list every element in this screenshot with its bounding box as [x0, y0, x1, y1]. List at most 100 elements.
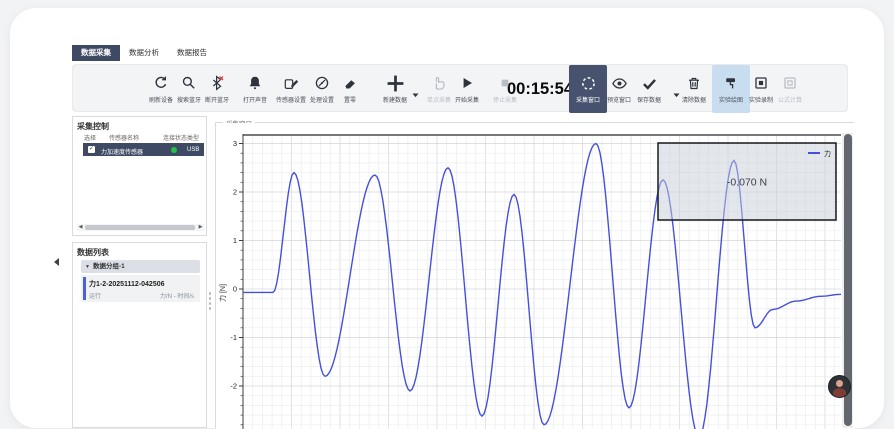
clear-data-button[interactable]: 清除数据	[682, 65, 706, 113]
main-toolbar: 00:15:54 刷新设备搜索蓝牙断开蓝牙打开声音传感器设置处理设置置零新建数据…	[72, 64, 848, 112]
collect-window-label: 采集窗口	[576, 95, 600, 104]
experiment-record-label: 实验录制	[749, 95, 773, 104]
record-icon	[753, 74, 769, 92]
new-data-button[interactable]: 新建数据	[383, 65, 407, 113]
sensor-settings-label: 传感器设置	[276, 95, 306, 104]
bluetooth-off-icon	[209, 74, 225, 92]
save-data-label: 保存数据	[637, 95, 661, 104]
process-settings-label: 处理设置	[310, 95, 334, 104]
start-collect-button[interactable]: 开始采集	[455, 65, 479, 113]
measurement-annotation: -0.070 N	[727, 177, 767, 189]
sound-toggle-label: 打开声音	[243, 95, 267, 104]
stop-collect-button[interactable]: 停止采集	[493, 65, 517, 113]
bell-icon	[247, 74, 263, 92]
formula-icon	[782, 74, 798, 92]
zero-set-label: 置零	[344, 95, 356, 104]
search-icon	[181, 74, 197, 92]
single-point-collect-label: 单点采集	[427, 95, 451, 104]
preview-window-button[interactable]: 预览窗口	[607, 65, 631, 113]
play-icon	[459, 74, 475, 92]
col-status: 连接状态	[163, 133, 187, 142]
main-tabbar: 数据采集数据分析数据报告	[72, 45, 216, 61]
collect-window-groupbox: 采集窗口 力加速度传感器 - XHSP-V10HID_path_-1981348…	[215, 122, 854, 428]
refresh-icon	[153, 74, 169, 92]
tab-0[interactable]: 数据采集	[72, 45, 120, 61]
single-point-collect-button[interactable]: 单点采集	[427, 65, 451, 113]
collect-control-panel: 采集控制 选择 传感器名称 连接状态 类型 ✓ 力加速度传感器 USB ◀ ▶	[72, 116, 207, 236]
horizontal-scrollbar[interactable]: ◀ ▶	[77, 224, 204, 231]
svg-text:-2: -2	[230, 382, 237, 391]
assistant-avatar-button[interactable]	[828, 375, 851, 398]
collapse-sidebar-icon[interactable]	[54, 258, 59, 266]
dial-icon	[314, 74, 330, 92]
svg-text:0: 0	[233, 285, 237, 294]
data-list-title: 数据列表	[73, 243, 206, 258]
experiment-plot-label: 实验绘图	[719, 95, 743, 104]
dashed-circle-icon	[579, 74, 596, 92]
svg-text:2: 2	[233, 188, 237, 197]
eraser-icon	[342, 74, 358, 92]
collect-window-button[interactable]: 采集窗口	[569, 65, 607, 113]
group-collapse-icon[interactable]: ▼	[81, 264, 93, 270]
check-icon	[640, 74, 657, 92]
scroll-right-icon[interactable]: ▶	[197, 224, 204, 231]
sensor-type: USB	[187, 147, 199, 153]
caret-down-icon[interactable]	[412, 85, 419, 103]
sensor-name: 力加速度传感器	[101, 147, 143, 156]
new-data-label: 新建数据	[383, 95, 407, 104]
brush-icon	[723, 74, 739, 92]
formula-calc-button[interactable]: 公式计算	[778, 65, 802, 113]
start-collect-label: 开始采集	[455, 95, 479, 104]
search-bluetooth-button[interactable]: 搜索蓝牙	[177, 65, 201, 113]
item-accent-bar	[83, 277, 86, 300]
force-time-chart[interactable]: 3 2 1 0 -1 -2 力 [N] -0.070 N 力	[216, 123, 855, 429]
legend-label: 力	[824, 149, 831, 158]
item-axes: 力/N - 时间/s	[160, 291, 194, 300]
zero-set-button[interactable]: 置零	[342, 65, 358, 113]
save-data-button[interactable]: 保存数据	[637, 65, 661, 113]
sensor-settings-button[interactable]: 传感器设置	[276, 65, 306, 113]
sensor-icon	[283, 74, 299, 92]
caret-down-icon[interactable]	[673, 85, 680, 103]
experiment-record-button[interactable]: 实验录制	[749, 65, 773, 113]
plus-icon	[385, 74, 404, 92]
disconnect-bluetooth-button[interactable]: 断开蓝牙	[205, 65, 229, 113]
panel-splitter[interactable]	[208, 292, 212, 310]
data-run-item[interactable]: 力1-2-20251112-042506 运行 力/N - 时间/s	[81, 275, 200, 302]
process-settings-button[interactable]: 处理设置	[310, 65, 334, 113]
eye-icon	[610, 74, 627, 92]
tab-1[interactable]: 数据分析	[120, 45, 168, 61]
collect-control-title: 采集控制	[73, 117, 206, 132]
sensor-checkbox[interactable]: ✓	[88, 146, 95, 153]
data-list-panel: 数据列表 ▼数据分组-1 力1-2-20251112-042506 运行 力/N…	[72, 242, 207, 428]
avatar-person-icon	[836, 380, 843, 387]
col-select: 选择	[84, 133, 96, 142]
app-window: 数据采集数据分析数据报告 00:15:54 刷新设备搜索蓝牙断开蓝牙打开声音传感…	[10, 8, 884, 428]
trash-icon	[686, 74, 702, 92]
stop-collect-label: 停止采集	[493, 95, 517, 104]
sensor-table-row[interactable]: ✓ 力加速度传感器 USB	[83, 143, 204, 156]
clear-data-label: 清除数据	[682, 95, 706, 104]
search-bluetooth-label: 搜索蓝牙	[177, 95, 201, 104]
col-type: 类型	[187, 133, 199, 142]
experiment-plot-button[interactable]: 实验绘图	[712, 65, 750, 113]
formula-calc-label: 公式计算	[778, 95, 802, 104]
sound-toggle-button[interactable]: 打开声音	[243, 65, 267, 113]
hand-icon	[431, 74, 447, 92]
data-group-header[interactable]: ▼数据分组-1	[81, 260, 200, 273]
item-status: 运行	[89, 291, 101, 300]
svg-text:1: 1	[233, 236, 237, 245]
refresh-device-label: 刷新设备	[149, 95, 173, 104]
stop-icon	[498, 74, 512, 92]
svg-text:3: 3	[233, 139, 237, 148]
group-label: 数据分组-1	[93, 263, 125, 270]
status-dot	[171, 147, 177, 153]
scroll-left-icon[interactable]: ◀	[77, 224, 84, 231]
y-axis-label: 力 [N]	[218, 284, 227, 302]
tab-2[interactable]: 数据报告	[168, 45, 216, 61]
scroll-thumb[interactable]	[85, 225, 195, 230]
item-title: 力1-2-20251112-042506	[89, 279, 165, 289]
refresh-device-button[interactable]: 刷新设备	[149, 65, 173, 113]
svg-text:-1: -1	[230, 333, 237, 342]
disconnect-bluetooth-label: 断开蓝牙	[205, 95, 229, 104]
